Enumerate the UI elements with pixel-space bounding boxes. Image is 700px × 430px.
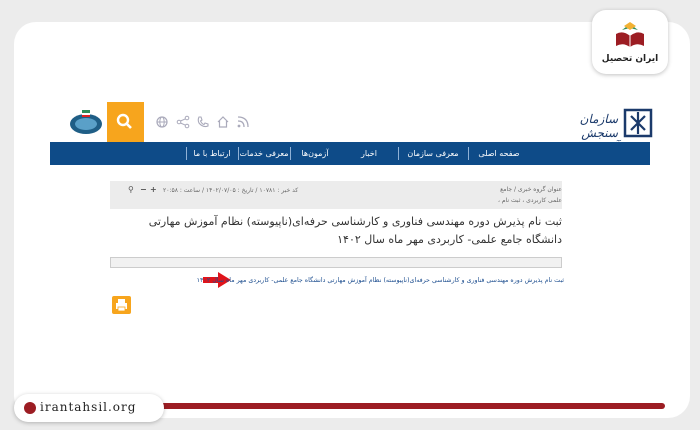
org-logo-icon: [623, 108, 653, 138]
share-icon[interactable]: [176, 115, 190, 129]
breadcrumb-subgroup[interactable]: علمی کاربردی ، ثبت نام ،: [498, 197, 562, 204]
phone-icon[interactable]: [196, 115, 210, 129]
main-nav: صفحه اصلی معرفی سازمان اخبار آزمون‌ها مع…: [50, 142, 650, 165]
print-button[interactable]: [112, 296, 131, 314]
globe-icon[interactable]: [155, 115, 169, 129]
brand-book-icon: [616, 22, 644, 47]
site-header: سازمان سنجش آموزش کشور: [50, 102, 653, 154]
rss-icon[interactable]: [236, 115, 250, 129]
registration-link[interactable]: ثبت نام پذیرش دوره مهندسی فناوری و کارشن…: [197, 277, 564, 284]
watermark-brand-text: ایران تحصیل: [601, 54, 659, 64]
increase-font-button[interactable]: +: [150, 185, 157, 194]
emblem-logo[interactable]: [68, 108, 104, 136]
nav-divider: [468, 147, 469, 160]
watermark-logo-card: ایران تحصیل: [592, 10, 668, 74]
frame-accent-bar: [120, 403, 665, 409]
home-icon[interactable]: [216, 115, 230, 129]
zoom-icon[interactable]: ⚲: [128, 185, 134, 194]
breadcrumb-group[interactable]: عنوان گروه خبری / جامع: [500, 186, 562, 193]
nav-item-contact[interactable]: ارتباط با ما: [186, 142, 238, 165]
watermark-site-text: irantahsil.org: [40, 400, 137, 414]
nav-item-services[interactable]: معرفی خدمات: [238, 142, 290, 165]
breadcrumb: [110, 181, 562, 209]
decrease-font-button[interactable]: −: [140, 185, 147, 194]
print-icon: [116, 299, 127, 312]
nav-item-exams[interactable]: آزمون‌ها: [290, 142, 340, 165]
search-button[interactable]: [107, 102, 144, 142]
page-title: ثبت نام پذیرش دوره مهندسی فناوری و کارشن…: [148, 215, 562, 246]
content-divider: [110, 257, 562, 268]
org-brand[interactable]: سازمان سنجش آموزش کشور: [548, 104, 653, 154]
news-meta: کد خبر : ۱۰۷۸۱ / تاریخ : ۱۴۰۲/۰۷/۰۵ / سا…: [163, 187, 299, 194]
globe-icon: [24, 402, 36, 414]
nav-item-about[interactable]: معرفی سازمان: [398, 142, 468, 165]
nav-item-home[interactable]: صفحه اصلی: [468, 142, 530, 165]
search-icon: [116, 113, 132, 129]
nav-item-news[interactable]: اخبار: [340, 142, 398, 165]
nav-divider: [398, 147, 399, 160]
watermark-site-pill: irantahsil.org: [14, 394, 164, 422]
